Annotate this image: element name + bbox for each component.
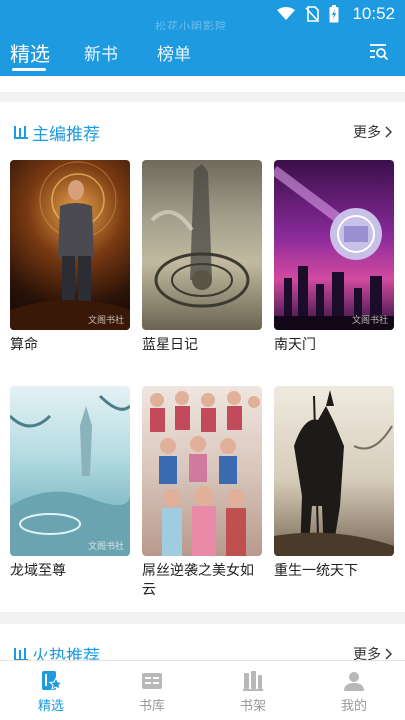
book-cover[interactable] [142, 386, 262, 556]
bookshelf-icon [243, 671, 263, 691]
cover-watermark: 文阁书社 [87, 542, 124, 552]
chevron-right-icon [385, 648, 392, 660]
book-cover[interactable]: 文阁书社 [10, 386, 130, 556]
section-header: 主编推荐 [14, 120, 100, 145]
book-card[interactable]: 屌丝逆袭之美女如云 [142, 386, 262, 600]
bottom-nav-featured[interactable]: 精选 [11, 661, 91, 720]
book-title[interactable]: 算命 [10, 336, 130, 355]
book-card[interactable]: 文阁书社 龙域至尊 [10, 386, 130, 581]
book-card[interactable]: 蓝星日记 [142, 160, 262, 355]
book-title[interactable]: 龙域至尊 [10, 562, 130, 581]
battery-charging-icon [329, 5, 339, 23]
section-marker-icon [14, 648, 28, 660]
chevron-right-icon [385, 126, 392, 138]
book-card[interactable]: 文阁书社 南天门 [274, 160, 394, 355]
bottom-nav-label: 精选 [37, 699, 64, 714]
more-button[interactable]: 更多 [353, 644, 393, 660]
book-card[interactable]: 文阁书社 算命 [10, 160, 130, 355]
book-title[interactable]: 屌丝逆袭之美女如云 [142, 562, 262, 600]
more-button[interactable]: 更多 [353, 122, 393, 142]
tab-featured[interactable]: 精选 [10, 38, 50, 67]
featured-icon [42, 671, 63, 690]
more-label: 更多 [353, 647, 381, 660]
bottom-nav-profile[interactable]: 我的 [314, 661, 394, 720]
cover-watermark: 文阁书社 [351, 316, 388, 326]
section-hot-picks: 火热推荐 更多 [0, 624, 405, 660]
book-cover[interactable]: 文阁书社 [10, 160, 130, 330]
cover-watermark: 文阁书社 [87, 316, 124, 326]
book-cover[interactable]: 文阁书社 [274, 160, 394, 330]
tab-new-books[interactable]: 新书 [84, 40, 118, 65]
status-icons [277, 5, 339, 23]
bottom-nav-label: 我的 [340, 699, 367, 714]
bottom-nav-label: 书架 [239, 699, 266, 714]
section-header: 火热推荐 [14, 642, 100, 660]
section-title: 主编推荐 [32, 124, 100, 145]
bottom-nav-bookshelf[interactable]: 书架 [213, 661, 293, 720]
profile-icon [344, 672, 364, 691]
bottom-nav-library[interactable]: 书库 [112, 661, 192, 720]
bottom-nav-label: 书库 [138, 699, 165, 714]
content-feed[interactable]: 主编推荐 更多 文阁书社 算命 蓝星日记 文阁书社 南天门 文阁书社 龙域至尊 … [0, 76, 405, 660]
search-list-icon[interactable] [369, 42, 389, 60]
book-cover[interactable] [142, 160, 262, 330]
top-nav: 精选 新书 榜单 [0, 30, 405, 76]
bottom-nav: 精选 书库 书架 我的 [0, 660, 405, 720]
active-tab-indicator [12, 68, 46, 71]
no-sim-icon [305, 6, 319, 22]
status-time: 10:52 [352, 4, 395, 23]
status-bar: 松花小明影院 10:52 [0, 0, 405, 33]
section-title: 火热推荐 [32, 646, 100, 661]
section-editor-picks: 主编推荐 更多 文阁书社 算命 蓝星日记 文阁书社 南天门 文阁书社 龙域至尊 … [0, 102, 405, 612]
book-title[interactable]: 南天门 [274, 336, 394, 355]
book-title[interactable]: 蓝星日记 [142, 336, 262, 355]
previous-card [0, 76, 405, 92]
section-marker-icon [14, 126, 28, 139]
library-icon [142, 673, 162, 689]
wifi-icon [277, 7, 295, 20]
book-card[interactable]: 重生一统天下 [274, 386, 394, 581]
more-label: 更多 [353, 125, 381, 141]
book-cover[interactable] [274, 386, 394, 556]
tab-rankings[interactable]: 榜单 [157, 40, 191, 65]
book-title[interactable]: 重生一统天下 [274, 562, 394, 581]
